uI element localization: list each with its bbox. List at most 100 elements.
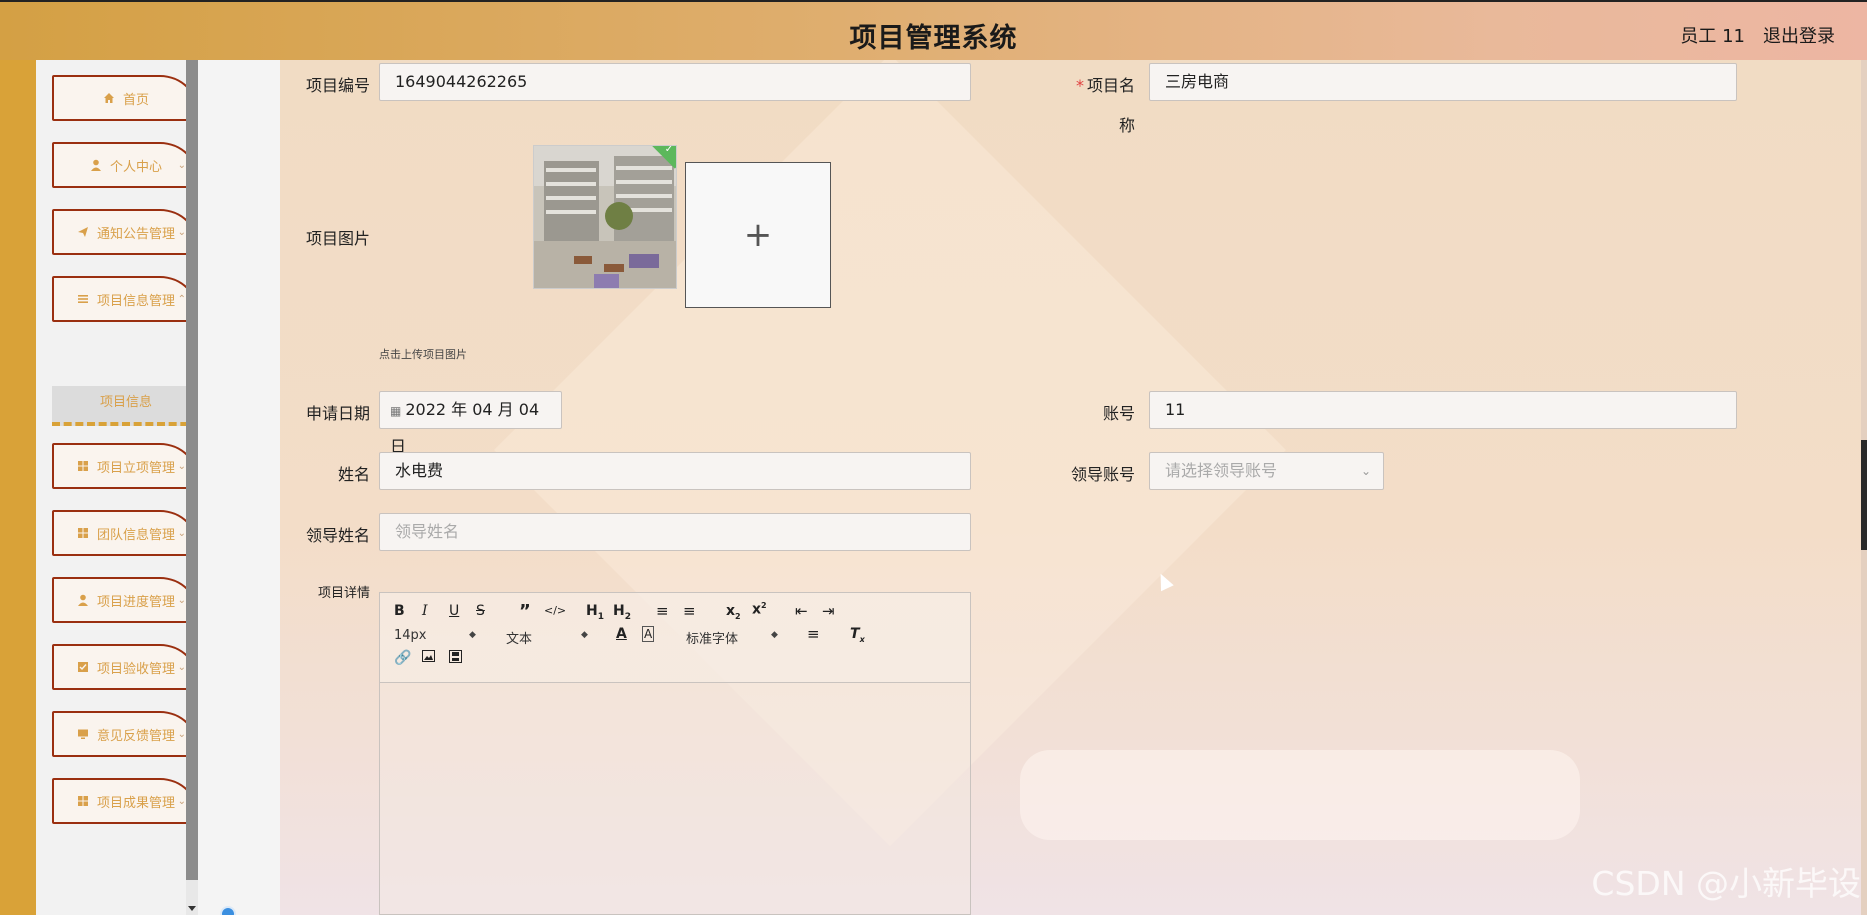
- leader-name-placeholder: 领导姓名: [395, 522, 460, 541]
- background-color-icon[interactable]: A: [642, 626, 655, 642]
- leader-account-label: 领导账号: [1070, 465, 1135, 484]
- outdent-icon[interactable]: ⇤: [795, 602, 808, 620]
- select-arrows-icon: ◆: [771, 630, 778, 640]
- name-label: 姓名: [337, 465, 370, 484]
- chevron-down-icon: ⌄: [177, 796, 186, 807]
- select-arrows-icon: ◆: [581, 630, 588, 640]
- sidebar-item-feedback[interactable]: 意见反馈管理 ⌄: [52, 711, 200, 757]
- sidebar-item-label: 个人中心: [109, 159, 162, 175]
- editor-toolbar: B I U S ” </> H1 H2 ≡ ≡ x2 x2 ⇤ ⇥ 14px ◆ …: [380, 593, 970, 683]
- paragraph-select[interactable]: 文本 ◆: [506, 628, 588, 647]
- main-scrollbar-thumb[interactable]: [1861, 440, 1867, 550]
- strikethrough-icon[interactable]: S: [476, 603, 485, 619]
- account-label: 账号: [1102, 404, 1135, 423]
- status-dot: [220, 906, 236, 915]
- apply-date-picker[interactable]: ▦ 2022 年 04 月 04 日: [379, 391, 562, 456]
- sidebar-item-notice[interactable]: 通知公告管理 ⌄: [52, 209, 200, 255]
- select-arrows-icon: ◆: [469, 630, 476, 640]
- subscript-icon[interactable]: x2: [726, 603, 741, 621]
- sidebar-item-label: 团队信息管理: [96, 527, 175, 543]
- grid-icon: [77, 796, 88, 806]
- sidebar-item-progress[interactable]: 项目进度管理 ⌄: [52, 577, 200, 623]
- project-name-field[interactable]: 三房电商: [1149, 63, 1737, 101]
- chevron-down-icon: ⌄: [177, 227, 186, 238]
- app-title: 项目管理系统: [849, 23, 1018, 54]
- underline-icon[interactable]: U: [449, 603, 459, 619]
- project-no-field[interactable]: 1649044262265: [379, 63, 971, 101]
- logout-button[interactable]: 退出登录: [1763, 22, 1835, 48]
- check-icon: ✓: [664, 145, 674, 155]
- main-form-area: 项目编号 1649044262265 * 项目名 称 三房电商 项目图片 ✓ + …: [280, 60, 1867, 915]
- paragraph-value: 文本: [506, 632, 533, 647]
- checkbox-icon: [77, 662, 88, 672]
- current-user: 员工 11: [1680, 26, 1745, 47]
- align-icon[interactable]: ≡: [807, 625, 820, 643]
- calendar-icon: ▦: [390, 404, 402, 418]
- chevron-down-icon: ⌄: [177, 729, 186, 740]
- superscript-icon[interactable]: x2: [752, 601, 767, 618]
- blockquote-icon[interactable]: ”: [519, 601, 531, 622]
- project-image-thumbnail[interactable]: ✓: [533, 145, 677, 289]
- sidebar-item-personal-center[interactable]: 个人中心 ⌄: [52, 142, 200, 188]
- sidebar-item-home[interactable]: 首页: [52, 75, 200, 121]
- clear-format-icon[interactable]: Tx: [850, 626, 865, 644]
- font-family-value: 标准字体: [686, 632, 739, 647]
- sidebar-item-project-approval[interactable]: 项目立项管理 ⌄: [52, 443, 200, 489]
- project-name-label: * 项目名: [1075, 76, 1135, 95]
- user-icon: [77, 594, 88, 606]
- project-name-label-wrap: 称: [1118, 116, 1135, 135]
- sidebar-item-acceptance[interactable]: 项目验收管理 ⌄: [52, 644, 200, 690]
- send-icon: [77, 227, 88, 237]
- font-family-select[interactable]: 标准字体 ◆: [686, 628, 778, 647]
- font-size-select[interactable]: 14px ◆: [394, 628, 476, 643]
- sidebar-item-label: 项目立项管理: [96, 460, 175, 476]
- heading1-icon[interactable]: H1: [586, 603, 604, 622]
- sidebar-accent-strip: [0, 60, 36, 915]
- grid-icon: [77, 528, 88, 538]
- sidebar-subitem-project-info[interactable]: 项目信息: [52, 386, 200, 426]
- top-header: 项目管理系统 员工 11 退出登录: [0, 0, 1867, 60]
- sidebar-gap: [198, 60, 280, 915]
- code-block-icon[interactable]: </>: [544, 604, 566, 617]
- font-size-value: 14px: [394, 628, 427, 643]
- italic-icon[interactable]: I: [422, 603, 428, 619]
- sidebar-item-label: 项目进度管理: [96, 594, 175, 610]
- sidebar-item-results[interactable]: 项目成果管理 ⌄: [52, 778, 200, 824]
- account-field[interactable]: 11: [1149, 391, 1737, 429]
- monitor-icon: [77, 729, 88, 739]
- font-color-icon[interactable]: A: [616, 626, 627, 642]
- heading2-icon[interactable]: H2: [613, 603, 631, 622]
- sidebar-scrollbar[interactable]: [186, 60, 198, 915]
- sidebar-scrollbar-thumb[interactable]: [186, 60, 198, 880]
- upload-image-button[interactable]: +: [685, 162, 831, 308]
- chevron-down-icon: ⌄: [177, 160, 186, 171]
- indent-icon[interactable]: ⇥: [822, 602, 835, 620]
- name-field[interactable]: 水电费: [379, 452, 971, 490]
- bold-icon[interactable]: B: [394, 603, 405, 619]
- sidebar-item-team-info[interactable]: 团队信息管理 ⌄: [52, 510, 200, 556]
- home-icon: [103, 93, 114, 103]
- sidebar-item-project-info[interactable]: 项目信息管理 ⌃: [52, 276, 200, 322]
- chevron-down-icon: ⌄: [1360, 464, 1371, 478]
- sidebar-item-label: 意见反馈管理: [96, 728, 175, 744]
- list-icon: [77, 295, 88, 303]
- rich-text-editor[interactable]: B I U S ” </> H1 H2 ≡ ≡ x2 x2 ⇤ ⇥ 14px ◆ …: [379, 592, 971, 915]
- link-icon[interactable]: 🔗: [394, 650, 411, 666]
- main-scrollbar[interactable]: [1861, 60, 1867, 915]
- video-icon[interactable]: [449, 650, 462, 667]
- sidebar-item-label: 项目信息管理: [96, 293, 175, 309]
- project-no-label: 项目编号: [305, 76, 370, 95]
- ordered-list-icon[interactable]: ≡: [656, 602, 669, 620]
- chevron-up-icon: ⌃: [177, 294, 186, 305]
- chevron-down-icon: ⌄: [177, 662, 186, 673]
- bullet-list-icon[interactable]: ≡: [683, 602, 696, 620]
- image-icon[interactable]: [422, 650, 435, 666]
- grid-icon: [77, 461, 88, 471]
- leader-name-field[interactable]: 领导姓名: [379, 513, 971, 551]
- detail-label: 项目详情: [317, 586, 370, 601]
- scroll-down-arrow-icon[interactable]: [188, 906, 196, 911]
- sidebar-item-label: 首页: [122, 92, 149, 108]
- leader-name-label: 领导姓名: [305, 526, 370, 545]
- leader-account-select[interactable]: 请选择领导账号 ⌄: [1149, 452, 1384, 490]
- chevron-down-icon: ⌄: [177, 595, 186, 606]
